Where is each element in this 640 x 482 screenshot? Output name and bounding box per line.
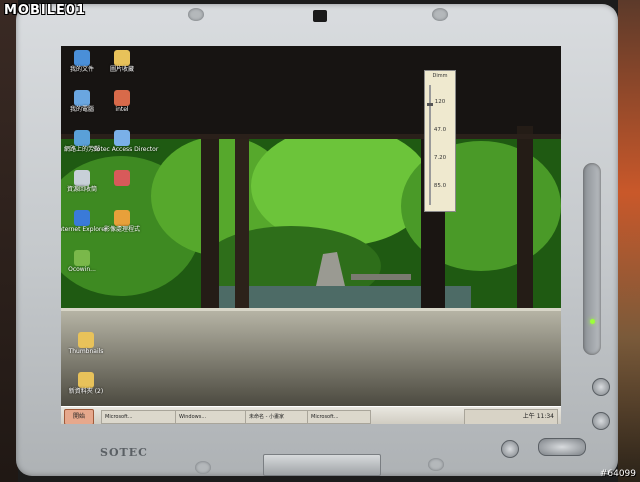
- desktop-icon-thumbnails-folder[interactable]: Thumbnails: [61, 332, 115, 356]
- system-tray: 上午 11:34: [464, 409, 558, 424]
- bezel-screw: [195, 461, 211, 474]
- hinge-latch: [263, 454, 381, 476]
- nav-button-left[interactable]: [501, 440, 519, 458]
- app-icon: [114, 170, 130, 186]
- start-button[interactable]: 開始: [64, 409, 94, 424]
- recycle-bin-icon: [74, 170, 90, 186]
- desktop-icon-pictures[interactable]: 圖片收藏: [93, 50, 151, 74]
- bezel-screw: [432, 8, 448, 21]
- folder-icon: [78, 372, 94, 388]
- app-icon: [114, 210, 130, 226]
- taskbar: 開始 Microsoft... Windows... 未命名 - 小畫家 Mic…: [61, 406, 561, 424]
- popup-value: 85.0: [433, 183, 447, 189]
- sotec-logo: SOTEC: [100, 446, 148, 459]
- bezel-screw: [188, 8, 204, 21]
- taskbar-clock: 上午 11:34: [522, 413, 554, 420]
- rotate-button[interactable]: [592, 378, 610, 396]
- side-control-panel: [583, 163, 601, 355]
- folder-icon: [74, 50, 90, 66]
- desktop-icon-new-folder-2[interactable]: 新資料夾 (2): [61, 372, 115, 396]
- background-right: [618, 0, 640, 482]
- app-icon: [74, 250, 90, 266]
- laptop-screen: 我的文件 圖片收藏 我的電腦 intel 網路上的芳鄰 Sotec Access…: [61, 46, 561, 424]
- function-button[interactable]: [592, 412, 610, 430]
- popup-value: 120: [434, 99, 446, 105]
- desktop-icon-intel[interactable]: intel: [93, 90, 151, 114]
- mobile01-watermark: MOBILE01: [4, 3, 86, 18]
- taskbar-item[interactable]: 未命名 - 小畫家: [245, 410, 309, 424]
- computer-icon: [74, 90, 90, 106]
- power-led-icon: [590, 319, 595, 324]
- popup-value: 7.20: [433, 155, 447, 161]
- bezel-screw: [428, 458, 444, 471]
- app-icon: [114, 130, 130, 146]
- desktop-icon-ocowin[interactable]: Ocowin...: [61, 250, 111, 274]
- popup-title: Dimm: [432, 73, 448, 79]
- webcam: [313, 10, 327, 22]
- popup-value: 47.0: [433, 127, 447, 133]
- taskbar-item[interactable]: Microsoft...: [101, 410, 177, 424]
- desktop-icon-app[interactable]: [93, 170, 151, 186]
- desktop-icon-sotec-access-director[interactable]: Sotec Access Director: [93, 130, 158, 154]
- folder-icon: [114, 50, 130, 66]
- taskbar-item[interactable]: Microsoft...: [307, 410, 371, 424]
- photo-id: #64099: [599, 469, 636, 479]
- taskbar-item[interactable]: Windows...: [175, 410, 247, 424]
- network-icon: [74, 130, 90, 146]
- app-icon: [114, 90, 130, 106]
- nav-rocker-button[interactable]: [538, 438, 586, 456]
- folder-icon: [78, 332, 94, 348]
- dimmer-popup[interactable]: Dimm 120 47.0 7.20 85.0: [424, 70, 456, 212]
- browser-icon: [74, 210, 90, 226]
- desktop-icon-image-app[interactable]: 影像處理程式: [93, 210, 151, 234]
